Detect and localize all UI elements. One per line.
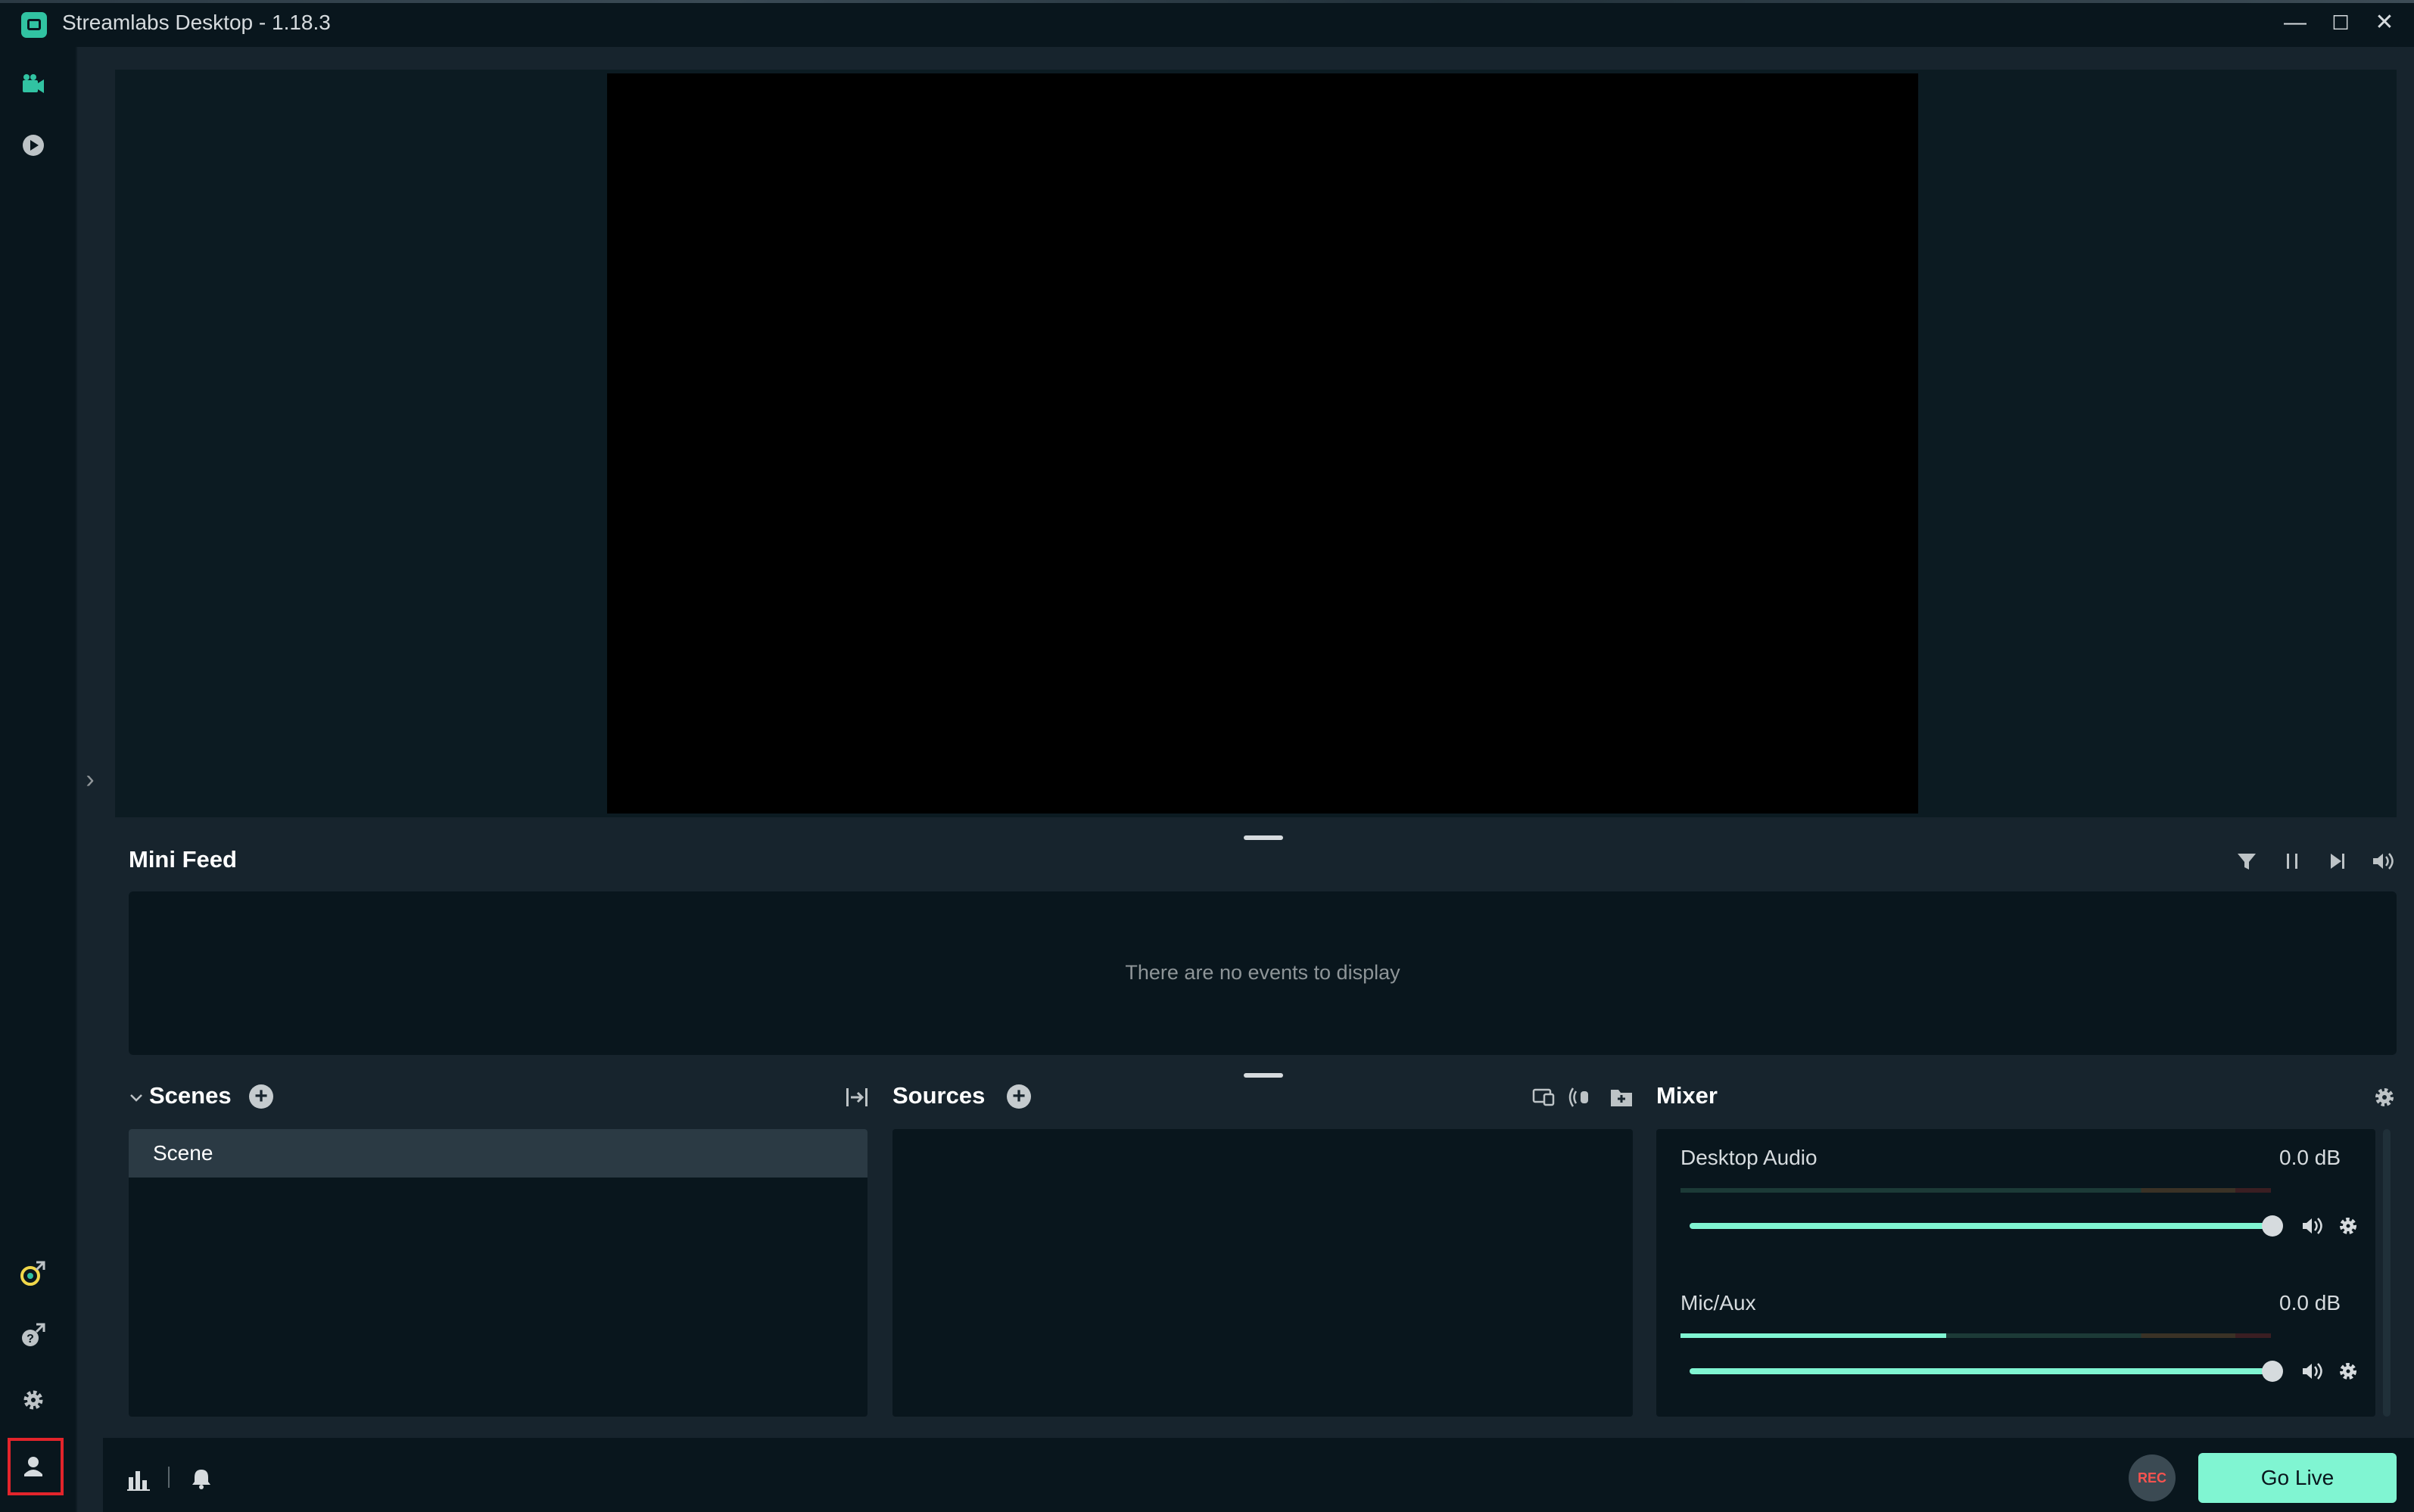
nav-recording-history[interactable] (17, 129, 50, 162)
help-external-icon: ? (22, 1323, 45, 1346)
streamlabs-logo-icon (21, 12, 47, 38)
play-circle-icon (23, 135, 44, 156)
volume-slider[interactable] (1690, 1368, 2269, 1374)
audio-level-fill (1680, 1333, 1946, 1338)
scenes-collapse-chevron-icon[interactable] (127, 1084, 145, 1111)
filter-icon[interactable] (2232, 846, 2262, 876)
mini-feed-title: Mini Feed (129, 846, 237, 873)
performance-stats-icon[interactable] (124, 1464, 154, 1494)
mini-feed-empty-message: There are no events to display (1125, 961, 1400, 984)
minimize-button[interactable]: — (2279, 8, 2312, 38)
notifications-bell-icon[interactable] (186, 1464, 216, 1494)
svg-text:?: ? (26, 1333, 34, 1346)
close-button[interactable]: ✕ (2368, 8, 2401, 38)
pause-icon[interactable] (2277, 846, 2307, 876)
collapse-toggle[interactable]: › (79, 764, 101, 795)
channel-settings-gear-icon[interactable] (2335, 1358, 2362, 1385)
volume-slider-knob[interactable] (2262, 1361, 2283, 1382)
scenes-title: Scenes (149, 1082, 232, 1109)
record-button[interactable]: REC (2129, 1454, 2176, 1501)
scene-list-item[interactable]: Scene (129, 1129, 867, 1178)
audio-level-meter (1680, 1188, 2271, 1193)
mixer-title: Mixer (1656, 1082, 1718, 1109)
add-folder-icon[interactable] (1606, 1084, 1637, 1111)
nav-streamlabs-ultra[interactable] (17, 1256, 50, 1290)
nav-help[interactable]: ? (17, 1318, 50, 1352)
maximize-button[interactable]: ☐ (2324, 8, 2357, 38)
mute-speaker-icon[interactable] (2298, 1358, 2325, 1385)
volume-slider[interactable] (1690, 1223, 2269, 1229)
mini-feed-list: There are no events to display (129, 891, 2397, 1055)
mixer-channel-db: 0.0 dB (2279, 1291, 2341, 1314)
scene-item-label: Scene (153, 1141, 213, 1165)
mixer-channel-label: Mic/Aux (1680, 1291, 1756, 1314)
camera-icon (23, 74, 44, 93)
go-live-button[interactable]: Go Live (2198, 1453, 2397, 1503)
mixer-channel-label: Desktop Audio (1680, 1146, 1818, 1169)
panel-resize-handle[interactable] (1244, 1073, 1283, 1078)
title-bar (0, 0, 2414, 47)
nav-divider (76, 47, 77, 1512)
scene-transitions-icon[interactable] (842, 1084, 872, 1111)
footer-bar (103, 1438, 2414, 1512)
mixer-scrollbar[interactable] (2383, 1129, 2391, 1417)
mixer-settings-gear-icon[interactable] (2369, 1084, 2400, 1111)
footer-separator (168, 1467, 170, 1488)
audio-source-icon[interactable] (1568, 1084, 1599, 1111)
window-title: Streamlabs Desktop - 1.18.3 (62, 11, 331, 34)
audio-level-meter (1680, 1333, 2271, 1338)
mixer-list: Desktop Audio 0.0 dB Mic/Aux 0.0 dB (1656, 1129, 2375, 1417)
nav-settings[interactable] (17, 1383, 50, 1417)
sources-title: Sources (892, 1082, 986, 1109)
gear-icon (23, 1390, 43, 1410)
desktop-strip (0, 0, 2414, 3)
sources-list (892, 1129, 1633, 1417)
nav-editor[interactable] (17, 68, 50, 101)
profile-highlight-box (8, 1438, 64, 1495)
preview-canvas[interactable] (607, 73, 1918, 814)
add-source-button[interactable]: + (1007, 1084, 1031, 1109)
selective-recording-icon[interactable] (1529, 1084, 1559, 1111)
side-navigation (0, 47, 76, 1512)
volume-slider-knob[interactable] (2262, 1215, 2283, 1237)
scenes-list: Scene (129, 1129, 867, 1417)
mute-speaker-icon[interactable] (2298, 1212, 2325, 1240)
link-external-icon (20, 1261, 45, 1286)
channel-settings-gear-icon[interactable] (2335, 1212, 2362, 1240)
add-scene-button[interactable]: + (249, 1084, 273, 1109)
mixer-channel-db: 0.0 dB (2279, 1146, 2341, 1169)
skip-icon[interactable] (2322, 846, 2353, 876)
preview-resize-handle[interactable] (1244, 835, 1283, 840)
volume-icon[interactable] (2368, 846, 2398, 876)
